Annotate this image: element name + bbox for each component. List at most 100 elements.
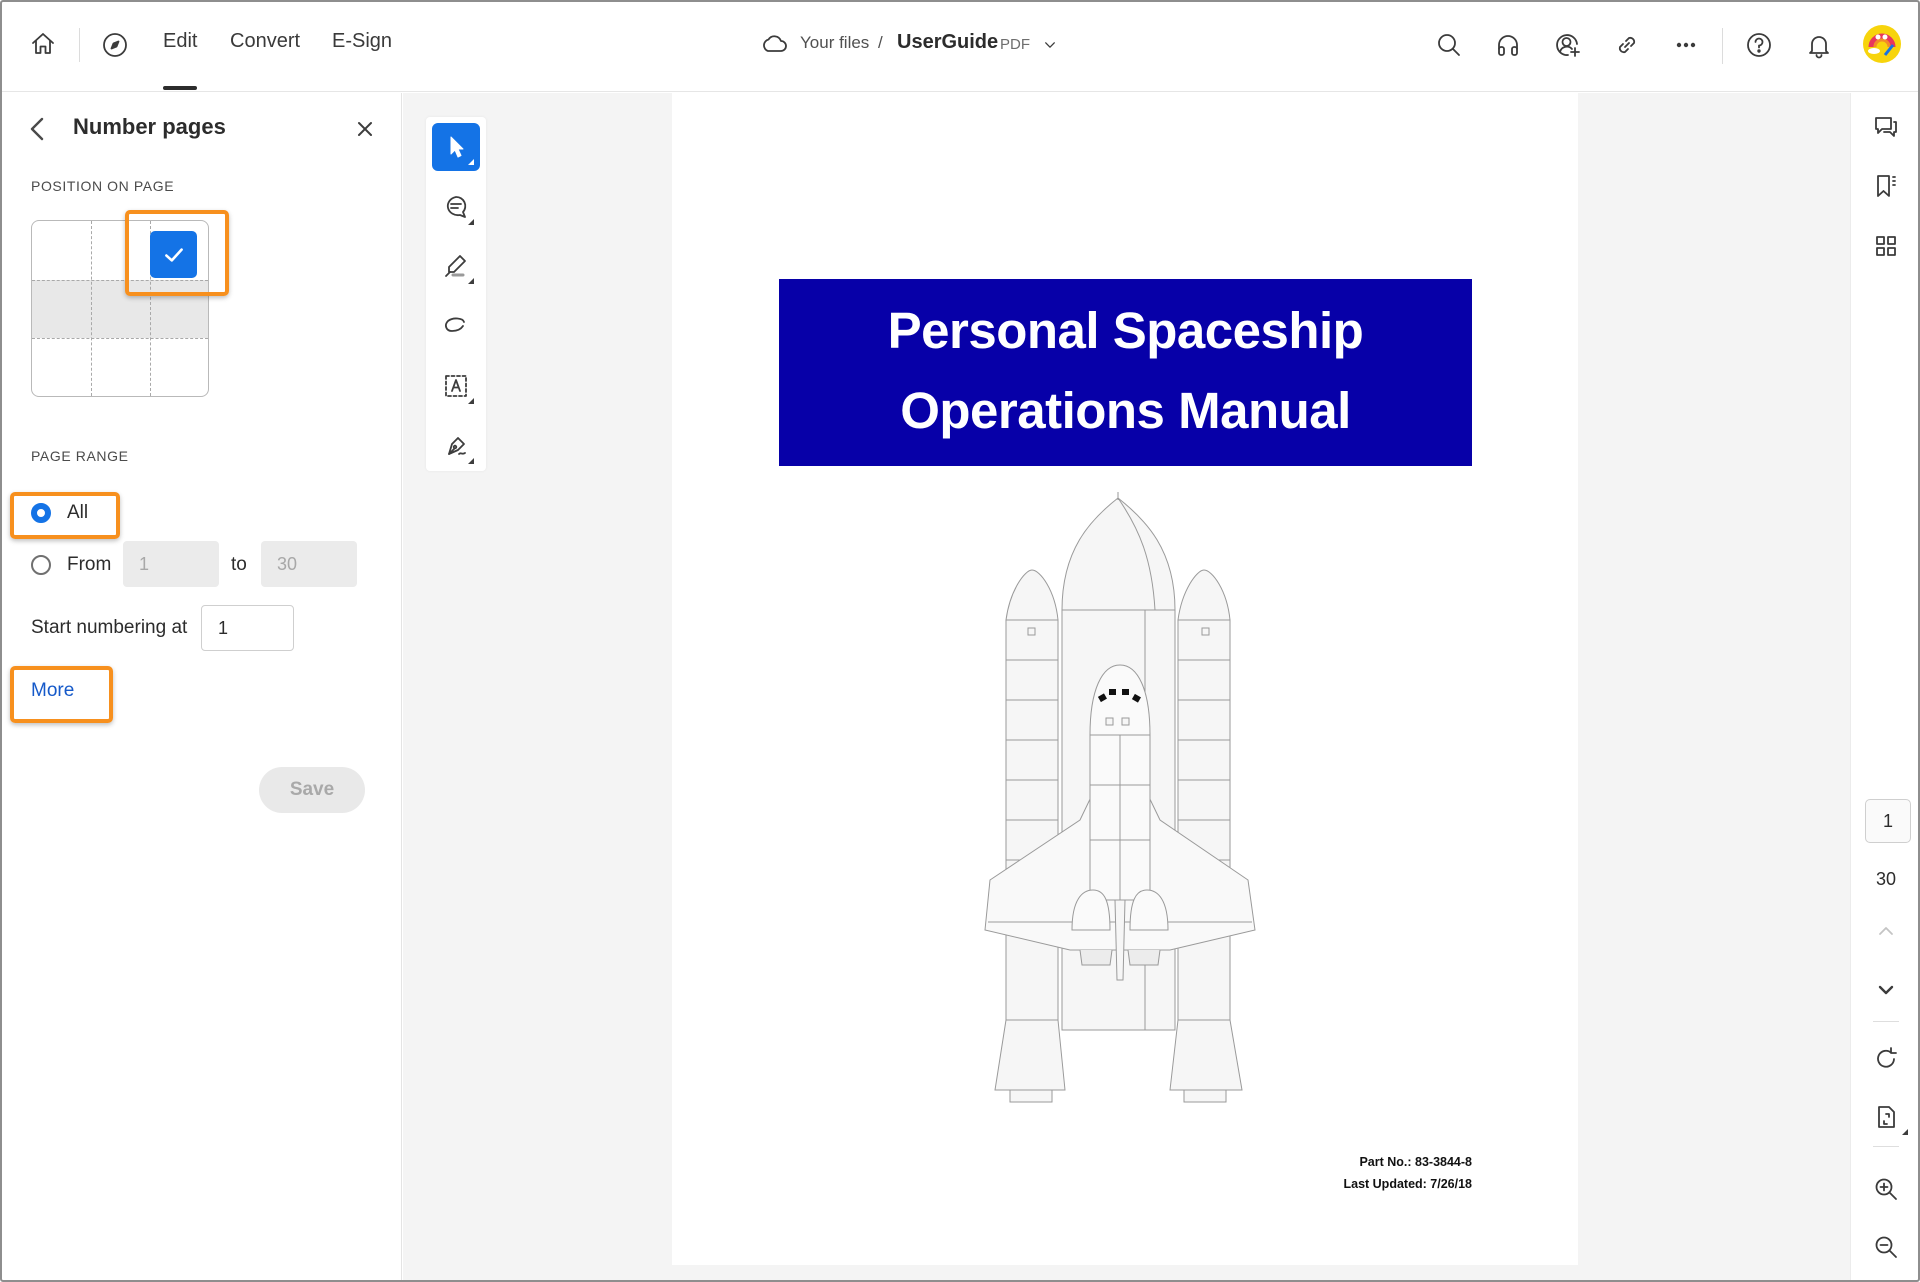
tail-fin (1114, 899, 1126, 981)
close-panel-button[interactable] (355, 119, 375, 139)
help-button[interactable] (1741, 27, 1777, 63)
submenu-indicator (468, 398, 474, 404)
header-divider-right (1722, 28, 1723, 64)
to-label: to (231, 554, 247, 575)
position-top-left[interactable] (32, 221, 91, 280)
search-icon (1438, 34, 1460, 56)
thumbnails-panel-button[interactable] (1868, 228, 1904, 264)
grid-icon (1876, 236, 1896, 256)
comment-tool[interactable] (432, 183, 480, 231)
breadcrumb-your-files[interactable]: Your files (800, 33, 869, 53)
close-icon (358, 122, 372, 136)
read-aloud-button[interactable] (1490, 27, 1526, 63)
fit-page-button[interactable] (1868, 1099, 1908, 1135)
submenu-indicator (468, 219, 474, 225)
document-canvas: Personal Spaceship Operations Manual Par… (403, 93, 1850, 1282)
copy-link-button[interactable] (1609, 27, 1645, 63)
more-link[interactable]: More (31, 680, 74, 702)
more-options-button[interactable] (1668, 27, 1704, 63)
sign-tool[interactable] (432, 422, 480, 470)
save-button[interactable]: Save (259, 767, 365, 813)
discover-button[interactable] (97, 27, 133, 63)
tab-edit[interactable]: Edit (163, 30, 198, 90)
comment-icon (446, 196, 467, 218)
total-pages: 30 (1875, 869, 1897, 889)
draw-tool[interactable] (432, 302, 480, 350)
select-tool[interactable] (432, 123, 480, 171)
zoom-in-button[interactable] (1868, 1171, 1904, 1207)
to-page-input[interactable]: 30 (261, 541, 357, 587)
avatar-illustration-icon (1868, 33, 1896, 56)
radio-all-label: All (67, 502, 89, 523)
highlight-tool[interactable] (432, 242, 480, 290)
radio-from-label: From (67, 554, 112, 575)
left-booster-nose (1005, 569, 1059, 621)
previous-page-button[interactable] (1868, 913, 1904, 949)
compass-icon (103, 33, 127, 57)
position-top-center[interactable] (91, 221, 150, 280)
zoom-out-button[interactable] (1868, 1229, 1904, 1265)
submenu-indicator (468, 159, 474, 165)
position-bottom-center[interactable] (91, 339, 150, 396)
current-page-input[interactable]: 1 (1865, 799, 1911, 843)
position-on-page-label: POSITION ON PAGE (31, 178, 175, 194)
file-name: UserGuide (897, 31, 999, 53)
comments-panel-button[interactable] (1868, 109, 1904, 145)
search-button[interactable] (1431, 27, 1467, 63)
cloud-storage-icon-wrap (756, 26, 792, 62)
file-type: PDF (1000, 36, 1030, 53)
number-pages-panel: Number pages POSITION ON PAGE PAGE RANGE… (0, 93, 402, 1282)
panel-title: Number pages (73, 114, 226, 139)
breadcrumb-separator: / (878, 33, 883, 52)
left-booster-nozzle (994, 1019, 1066, 1091)
document-title-line-2: Operations Manual (900, 382, 1351, 439)
next-page-button[interactable] (1868, 972, 1904, 1008)
position-top-right-selected[interactable] (150, 231, 197, 278)
position-bottom-right[interactable] (150, 339, 208, 396)
add-user-icon (1556, 34, 1580, 57)
submenu-indicator (1902, 1129, 1908, 1135)
tab-convert[interactable]: Convert (230, 30, 300, 53)
radio-from-indicator[interactable] (31, 555, 51, 575)
checkmark-icon (164, 247, 183, 262)
lasso-icon (445, 317, 465, 332)
bell-icon (1809, 36, 1829, 59)
bookmark-icon (1877, 175, 1896, 197)
grid-line (32, 280, 208, 281)
back-button[interactable] (24, 115, 52, 143)
start-numbering-input[interactable]: 1 (201, 605, 294, 651)
chevron-down-icon (1045, 42, 1055, 48)
link-icon (1618, 36, 1636, 54)
notifications-button[interactable] (1801, 27, 1837, 63)
radio-all[interactable]: All (31, 502, 88, 524)
right-rail: 1 30 (1850, 93, 1920, 1282)
chevron-left-icon (30, 117, 44, 141)
avatar[interactable] (1863, 25, 1901, 63)
radio-from[interactable]: From (31, 554, 111, 576)
home-button[interactable] (25, 26, 61, 62)
pdf-page: Personal Spaceship Operations Manual Par… (672, 93, 1578, 1265)
bookmarks-panel-button[interactable] (1868, 168, 1904, 204)
app-header: Edit Convert E-Sign Your files / UserGui… (0, 0, 1920, 92)
from-page-input[interactable]: 1 (123, 541, 219, 587)
pen-nib-icon (448, 437, 466, 455)
rotate-icon (1877, 1047, 1897, 1068)
rail-divider (1873, 1146, 1899, 1147)
position-bottom-left[interactable] (32, 339, 91, 396)
quick-tools-toolbar (426, 117, 486, 471)
cloud-icon (763, 35, 787, 52)
last-updated: Last Updated: 7/26/18 (1343, 1177, 1472, 1191)
rotate-button[interactable] (1868, 1041, 1904, 1077)
more-icon (1676, 42, 1696, 48)
submenu-indicator (468, 278, 474, 284)
start-numbering-label: Start numbering at (31, 617, 188, 638)
tab-esign[interactable]: E-Sign (332, 30, 392, 53)
document-title-banner: Personal Spaceship Operations Manual (779, 279, 1472, 466)
position-grid (31, 220, 209, 397)
rail-divider (1873, 1021, 1899, 1022)
text-tool[interactable] (432, 362, 480, 410)
share-button[interactable] (1549, 27, 1585, 63)
page-range-label: PAGE RANGE (31, 448, 129, 464)
file-menu-button[interactable] (1034, 27, 1066, 63)
radio-all-indicator[interactable] (31, 503, 51, 523)
